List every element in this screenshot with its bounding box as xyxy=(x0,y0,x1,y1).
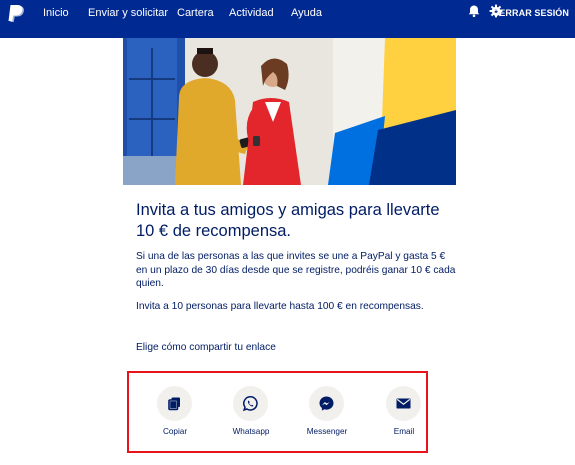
nav-item-inicio[interactable]: Inicio xyxy=(43,6,69,20)
nav-item-enviar-solicitar[interactable]: Enviar y solicitar xyxy=(88,6,168,20)
nav-item-actividad[interactable]: Actividad xyxy=(229,6,274,20)
hero-image xyxy=(123,38,456,185)
envelope-icon xyxy=(386,386,421,421)
share-prompt: Elige cómo compartir tu enlace xyxy=(136,342,276,353)
whatsapp-icon xyxy=(233,386,268,421)
share-whatsapp-label: Whatsapp xyxy=(232,427,270,436)
share-email-button[interactable]: Email xyxy=(374,386,434,442)
share-messenger-button[interactable]: Messenger xyxy=(297,386,357,442)
logout-link[interactable]: CERRAR SESIÓN xyxy=(493,6,569,20)
promo-description: Si una de las personas a las que invites… xyxy=(136,251,456,290)
nav-item-ayuda[interactable]: Ayuda xyxy=(291,6,322,20)
share-copy-label: Copiar xyxy=(162,427,188,436)
share-messenger-label: Messenger xyxy=(306,427,348,436)
share-copy-button[interactable]: Copiar xyxy=(145,386,205,442)
bell-icon[interactable] xyxy=(467,4,481,18)
share-whatsapp-button[interactable]: Whatsapp xyxy=(221,386,281,442)
share-email-label: Email xyxy=(393,427,415,436)
nav-item-cartera[interactable]: Cartera xyxy=(177,6,214,20)
promo-limit-text: Invita a 10 personas para llevarte hasta… xyxy=(136,301,424,312)
paypal-logo-icon[interactable] xyxy=(8,5,26,25)
messenger-icon xyxy=(309,386,344,421)
copy-icon xyxy=(157,386,192,421)
promo-headline: Invita a tus amigos y amigas para llevar… xyxy=(136,201,440,240)
top-nav-bar: Inicio Enviar y solicitar Cartera Activi… xyxy=(0,0,575,38)
